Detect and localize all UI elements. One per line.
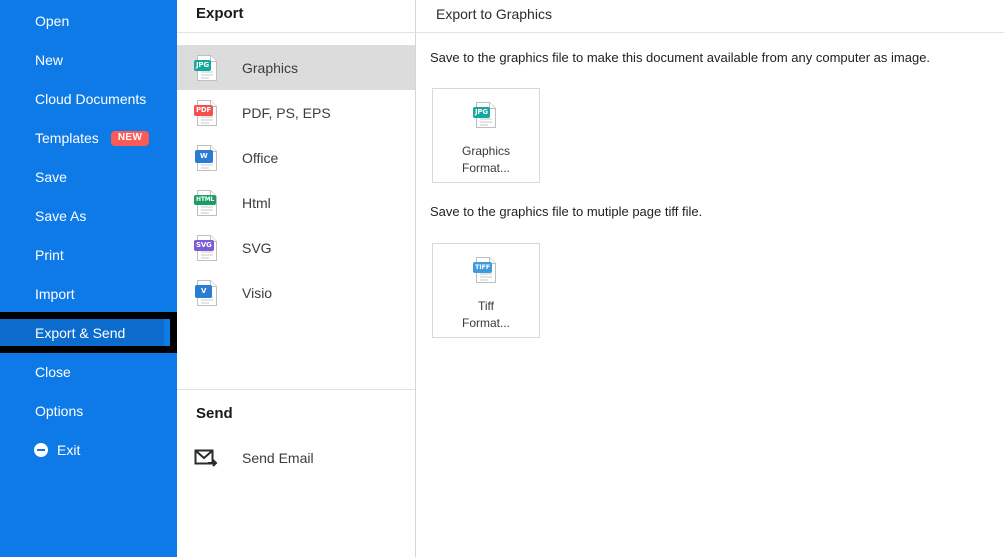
export-card-line2: Format... [461, 316, 510, 330]
word-file-icon: W [194, 144, 220, 172]
sidebar: Open New Cloud Documents Templates NEW S… [0, 0, 177, 557]
format-item-html[interactable]: HTML Html [177, 180, 415, 225]
sidebar-item-open[interactable]: Open [0, 7, 177, 35]
file-type-tag: W [195, 149, 213, 163]
section-description: Save to the graphics file to mutiple pag… [430, 204, 703, 219]
export-card-line2: Format... [461, 161, 510, 175]
sidebar-item-label: Save [35, 169, 67, 185]
content-panel: Export to Graphics Save to the graphics … [416, 0, 1004, 557]
sidebar-item-label: Open [35, 13, 70, 29]
export-card-tiff-format[interactable]: TIFF Tiff Format... [432, 243, 540, 338]
export-card-text: Graphics Format... [462, 143, 510, 177]
send-email-icon [194, 448, 220, 468]
svg-file-icon: SVG [194, 234, 220, 262]
section-description: Save to the graphics file to make this d… [430, 50, 931, 65]
html-file-icon: HTML [194, 189, 220, 217]
export-panel-divider [177, 32, 416, 33]
export-card-graphics-format[interactable]: JPG Graphics Format... [432, 88, 540, 183]
sidebar-item-label: Print [35, 247, 64, 263]
send-section-divider [177, 389, 415, 390]
format-item-svg[interactable]: SVG SVG [177, 225, 415, 270]
format-item-label: Office [242, 149, 279, 166]
pdf-file-icon: PDF [194, 99, 220, 127]
file-type-tag: SVG [194, 239, 214, 251]
export-panel-title: Export [196, 5, 244, 22]
format-item-label: Visio [242, 284, 273, 301]
exit-icon [34, 443, 48, 457]
sidebar-item-close[interactable]: Close [0, 358, 177, 386]
sidebar-item-label: Exit [57, 442, 81, 458]
sidebar-item-label: Options [35, 403, 84, 419]
sidebar-item-import[interactable]: Import [0, 280, 177, 308]
file-type-tag: PDF [194, 104, 214, 116]
send-section-title: Send [196, 405, 233, 422]
file-type-tag: JPG [194, 59, 211, 71]
export-card-text: Tiff Format... [462, 298, 510, 332]
send-item-label: Send Email [242, 450, 314, 466]
send-item-send-email[interactable]: Send Email [177, 442, 415, 474]
format-item-pdf[interactable]: PDF PDF, PS, EPS [177, 90, 415, 135]
sidebar-item-export-and-send[interactable]: Export & Send [0, 319, 177, 347]
jpg-file-icon: JPG [473, 101, 499, 129]
sidebar-item-label: Export & Send [35, 325, 126, 341]
sidebar-item-save-as[interactable]: Save As [0, 202, 177, 230]
sidebar-item-cloud-documents[interactable]: Cloud Documents [0, 85, 177, 113]
content-title-divider [416, 32, 1004, 33]
sidebar-item-exit[interactable]: Exit [0, 436, 177, 464]
format-item-label: SVG [242, 239, 272, 256]
export-panel: Export JPG Graphics PDF PDF, PS, EPS W O… [177, 0, 416, 557]
format-item-label: Graphics [242, 59, 299, 76]
file-type-tag: JPG [473, 107, 490, 118]
export-card-line1: Tiff [477, 299, 494, 313]
jpg-file-icon: JPG [194, 54, 220, 82]
sidebar-item-label: Import [35, 286, 75, 302]
sidebar-item-label: Close [35, 364, 71, 380]
sidebar-item-options[interactable]: Options [0, 397, 177, 425]
sidebar-item-print[interactable]: Print [0, 241, 177, 269]
format-item-graphics[interactable]: JPG Graphics [177, 45, 415, 90]
file-type-tag: V [195, 284, 213, 298]
backstage-view: Open New Cloud Documents Templates NEW S… [0, 0, 1004, 557]
sidebar-item-label: New [35, 52, 64, 68]
sidebar-item-templates[interactable]: Templates NEW [0, 124, 177, 152]
format-item-visio[interactable]: V Visio [177, 270, 415, 315]
new-badge: NEW [110, 130, 150, 146]
sidebar-item-new[interactable]: New [0, 46, 177, 74]
format-item-label: PDF, PS, EPS [242, 104, 331, 121]
content-title: Export to Graphics [436, 6, 552, 22]
format-item-label: Html [242, 194, 271, 211]
file-type-tag: TIFF [473, 262, 492, 273]
tiff-file-icon: TIFF [473, 256, 499, 284]
sidebar-item-save[interactable]: Save [0, 163, 177, 191]
export-card-line1: Graphics [461, 144, 511, 158]
file-type-tag: HTML [194, 194, 217, 205]
visio-file-icon: V [194, 279, 220, 307]
sidebar-item-label: Cloud Documents [35, 91, 147, 107]
format-item-office[interactable]: W Office [177, 135, 415, 180]
sidebar-item-label: Templates [35, 130, 99, 146]
sidebar-item-label: Save As [35, 208, 87, 224]
